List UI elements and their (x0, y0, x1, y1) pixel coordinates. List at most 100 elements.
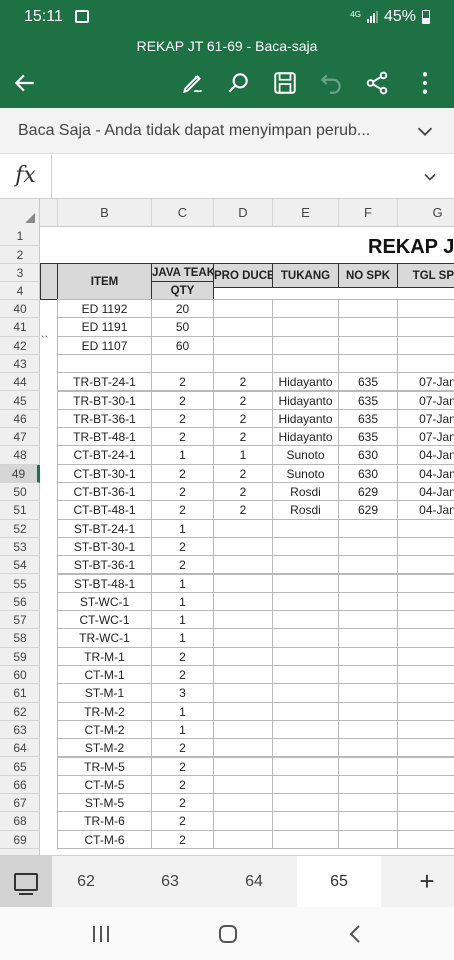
row-header[interactable]: 59 (0, 648, 40, 666)
cell-tukang[interactable] (272, 518, 339, 538)
cell-tgl-spk[interactable]: 04-Jan (397, 500, 454, 520)
cell-qty[interactable]: 2 (151, 536, 214, 557)
cell-tukang[interactable] (272, 555, 339, 575)
cell-tgl-spk[interactable] (397, 829, 454, 849)
cell-no-spk[interactable]: 629 (338, 482, 398, 502)
column-header-d[interactable]: D (214, 199, 273, 227)
cell-qty[interactable] (151, 353, 214, 374)
row-header[interactable]: 61 (0, 684, 40, 703)
cell-tgl-spk[interactable] (397, 353, 454, 374)
row-header[interactable]: 46 (0, 410, 40, 429)
row-header[interactable]: 51 (0, 501, 40, 520)
cell-tukang[interactable] (272, 610, 339, 630)
cell-tukang[interactable]: Hidayanto (272, 372, 339, 392)
row-header[interactable]: 1 (0, 227, 40, 246)
cell-tgl-spk[interactable] (397, 555, 454, 575)
cell-item[interactable]: CT-M-5 (57, 774, 152, 795)
read-only-banner[interactable]: Baca Saja - Anda tidak dapat menyimpan p… (0, 108, 454, 154)
cell-qty[interactable]: 1 (151, 719, 214, 740)
sheet-tab-63[interactable]: 63 (128, 856, 212, 908)
cell-item[interactable]: CT-WC-1 (57, 610, 152, 630)
cell-produce[interactable] (213, 573, 273, 593)
cell-no-spk[interactable]: 630 (338, 463, 398, 483)
cell-item[interactable]: TR-WC-1 (57, 628, 152, 648)
cell-tukang[interactable]: Sunoto (272, 463, 339, 483)
cell-qty[interactable]: 1 (151, 701, 214, 721)
column-header-f[interactable]: F (339, 199, 398, 227)
cell-tukang[interactable] (272, 591, 339, 612)
cell-tgl-spk[interactable] (397, 665, 454, 685)
row-header[interactable]: 68 (0, 812, 40, 831)
cell-produce[interactable] (213, 610, 273, 630)
cell-qty[interactable]: 2 (151, 500, 214, 520)
cell-produce[interactable] (213, 317, 273, 337)
cell-no-spk[interactable] (338, 335, 398, 355)
cell-area[interactable]: REKAP JT ITEMJAVA TEAKQTYPRO DUCETUKANGNO… (40, 227, 454, 855)
column-header-e[interactable]: E (273, 199, 339, 227)
cell-tgl-spk[interactable] (397, 683, 454, 703)
cell-qty[interactable]: 1 (151, 518, 214, 538)
cell-tgl-spk[interactable] (397, 756, 454, 776)
cell-qty[interactable]: 1 (151, 628, 214, 648)
draw-button[interactable] (176, 66, 210, 100)
save-button[interactable] (268, 66, 302, 100)
cell-produce[interactable] (213, 683, 273, 703)
cell-tukang[interactable] (272, 774, 339, 795)
cell-item[interactable]: ST-BT-36-1 (57, 555, 152, 575)
cell-item[interactable]: TR-BT-24-1 (57, 372, 152, 392)
cell-no-spk[interactable] (338, 756, 398, 776)
cell-tukang[interactable]: Hidayanto (272, 408, 339, 429)
cell-tgl-spk[interactable] (397, 719, 454, 740)
cell-tukang[interactable] (272, 719, 339, 740)
cell-tgl-spk[interactable] (397, 646, 454, 666)
cell-produce[interactable] (213, 756, 273, 776)
cell-tgl-spk[interactable]: 07-Jan (397, 390, 454, 410)
cell-produce[interactable]: 2 (213, 427, 273, 447)
cell-tukang[interactable] (272, 299, 339, 319)
row-header[interactable]: 49 (0, 464, 40, 483)
cell-no-spk[interactable]: 635 (338, 408, 398, 429)
cell-no-spk[interactable]: 630 (338, 445, 398, 465)
more-button[interactable] (408, 66, 442, 100)
cell-produce[interactable] (213, 665, 273, 685)
cell-item[interactable]: ST-M-1 (57, 683, 152, 703)
cell-tukang[interactable] (272, 756, 339, 776)
cell-item[interactable]: ST-M-2 (57, 738, 152, 758)
cell-produce[interactable]: 1 (213, 445, 273, 465)
cell-tukang[interactable]: Hidayanto (272, 427, 339, 447)
back-button[interactable] (8, 66, 42, 100)
nav-back-button[interactable] (342, 922, 368, 946)
cell-tukang[interactable] (272, 811, 339, 831)
expand-formula-icon[interactable] (420, 167, 440, 187)
cell-no-spk[interactable] (338, 811, 398, 831)
column-header-c[interactable]: C (152, 199, 214, 227)
cell-produce[interactable] (213, 646, 273, 666)
sheet-tab-65[interactable]: 65 (297, 856, 381, 908)
cell-produce[interactable]: 2 (213, 408, 273, 429)
cell-item[interactable]: ED 1192 (57, 299, 152, 319)
cell-no-spk[interactable]: 635 (338, 427, 398, 447)
cell-qty[interactable]: 2 (151, 829, 214, 849)
cell-qty[interactable]: 2 (151, 665, 214, 685)
cell-produce[interactable] (213, 536, 273, 557)
cell-tukang[interactable] (272, 628, 339, 648)
row-header[interactable]: 69 (0, 831, 40, 849)
cell-item[interactable]: CT-M-2 (57, 719, 152, 740)
sheet-tab-62[interactable]: 62 (44, 856, 128, 908)
cell-tgl-spk[interactable] (397, 610, 454, 630)
cell-tgl-spk[interactable] (397, 317, 454, 337)
cell-tgl-spk[interactable]: 04-Jan (397, 482, 454, 502)
cell-tukang[interactable] (272, 665, 339, 685)
column-header-b[interactable]: B (58, 199, 152, 227)
cell-tgl-spk[interactable]: 07-Jan (397, 408, 454, 429)
cell-qty[interactable]: 2 (151, 738, 214, 758)
cell-tukang[interactable]: Hidayanto (272, 390, 339, 410)
cell-tukang[interactable]: Rosdi (272, 482, 339, 502)
cell-item[interactable]: TR-BT-30-1 (57, 390, 152, 410)
select-all-corner[interactable] (0, 199, 40, 227)
cell-item[interactable]: ST-BT-30-1 (57, 536, 152, 557)
header-no-spk[interactable]: NO SPK (338, 263, 398, 288)
cell-tgl-spk[interactable]: 07-Jan (397, 427, 454, 447)
row-header[interactable]: 45 (0, 392, 40, 410)
cell-produce[interactable] (213, 774, 273, 795)
